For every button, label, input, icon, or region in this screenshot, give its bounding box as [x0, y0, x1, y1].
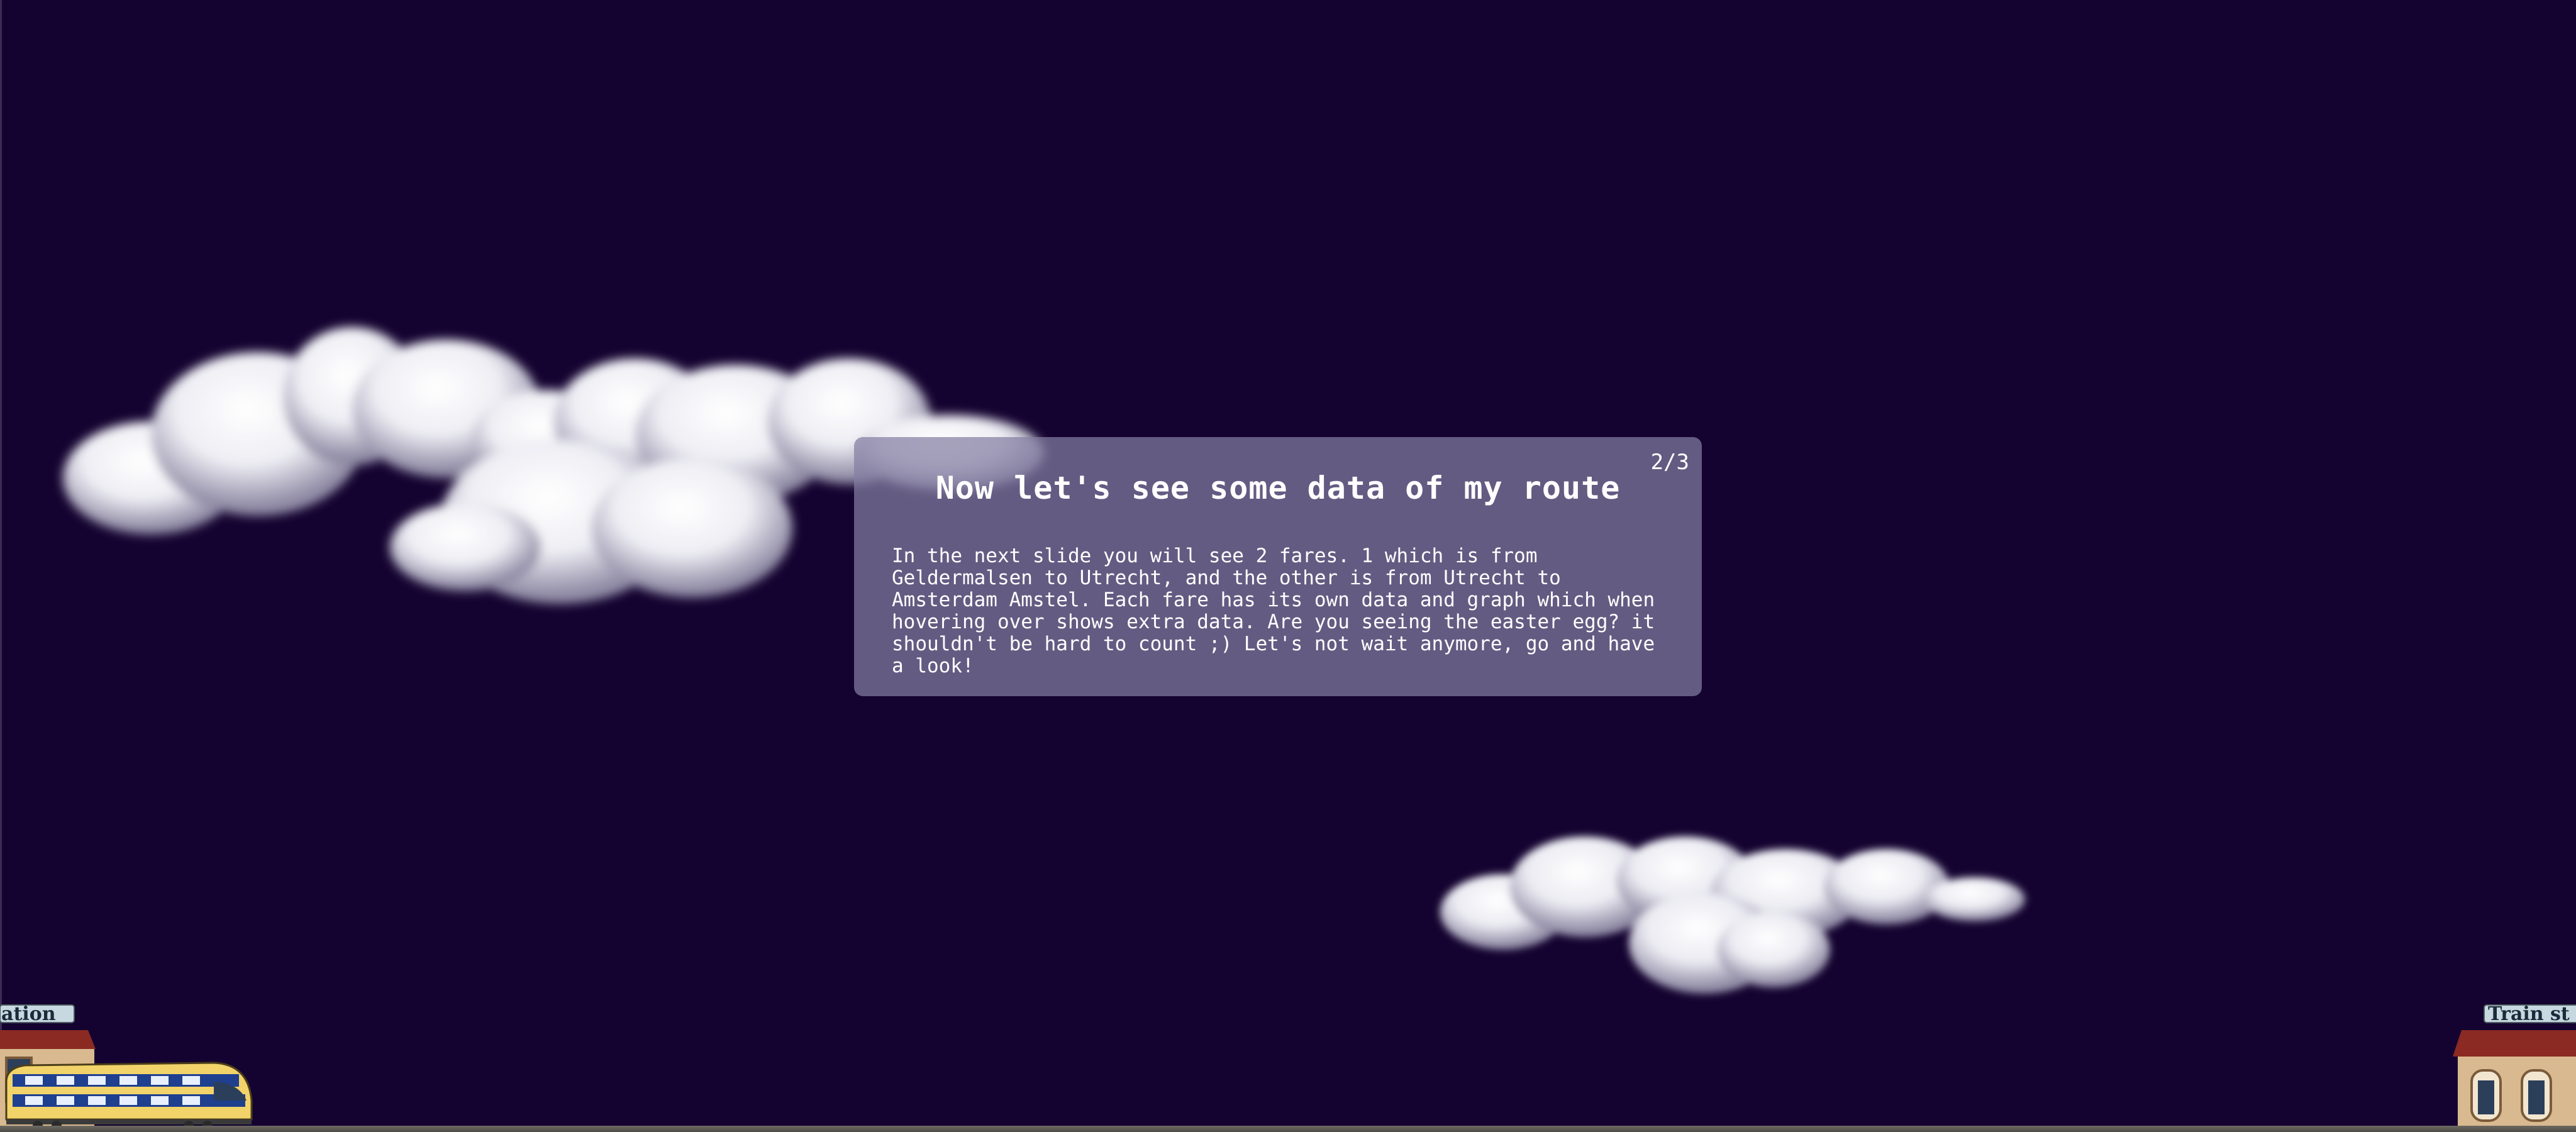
left-border: [0, 0, 2, 1132]
station-sign-left: ation: [1, 1003, 56, 1025]
card-body-text: In the next slide you will see 2 fares. …: [892, 545, 1655, 677]
station-building-icon: Train st: [2453, 1003, 2576, 1132]
railway-track: [0, 1126, 2576, 1132]
slideshow-scene: 2/3 Now let's see some data of my route …: [0, 0, 2576, 1132]
card-title: Now let's see some data of my route: [935, 470, 1621, 506]
cloud-icon: [1440, 836, 2025, 994]
station-sign-right: Train st: [2488, 1003, 2570, 1025]
info-card: 2/3 Now let's see some data of my route …: [854, 437, 1702, 696]
train-icon: [5, 1062, 253, 1131]
